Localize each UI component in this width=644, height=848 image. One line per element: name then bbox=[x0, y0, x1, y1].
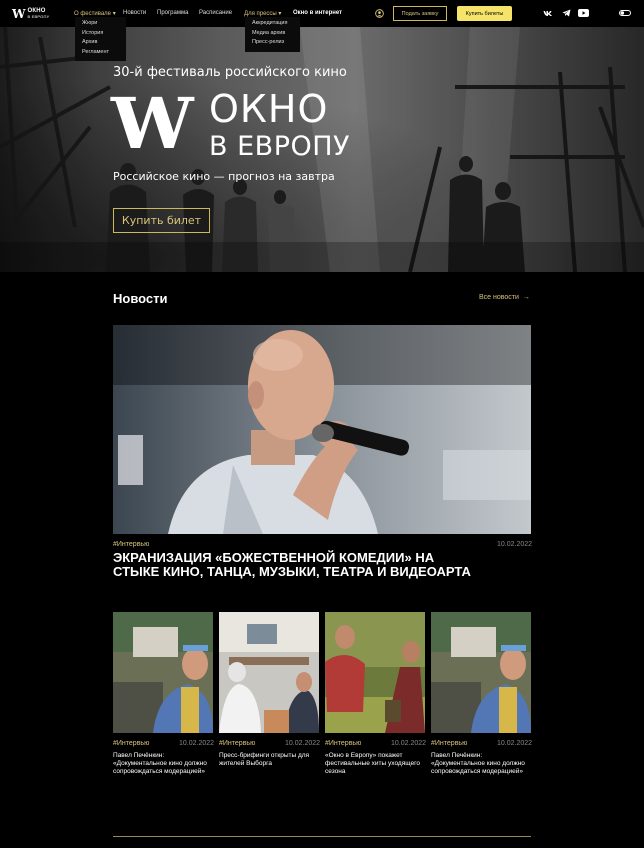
user-icon[interactable] bbox=[374, 8, 384, 18]
dropdown-item-media-archive[interactable]: Медиа архив bbox=[252, 29, 294, 39]
all-news-link[interactable]: Все новости → bbox=[479, 294, 530, 301]
youtube-icon[interactable] bbox=[578, 8, 589, 17]
logo-line-2: В ЕВРОПУ bbox=[27, 14, 50, 19]
section-divider bbox=[113, 836, 531, 837]
card-photo-drawing bbox=[219, 612, 319, 733]
news-card-title[interactable]: Пресс-брифинги открыты для жителей Выбор… bbox=[219, 752, 319, 768]
nav-item-program[interactable]: Программа bbox=[157, 10, 188, 16]
featured-news-date: 10.02.2022 bbox=[497, 541, 533, 548]
hero-festival-logo: W ОКНО В ЕВРОПУ bbox=[111, 86, 363, 165]
dropdown-item-rules[interactable]: Регламент bbox=[82, 48, 120, 58]
dropdown-item-archive[interactable]: Архив bbox=[82, 38, 120, 48]
news-card-title[interactable]: Павел Печёнкин: «Документальное кино дол… bbox=[431, 752, 531, 776]
news-card-tag[interactable]: #Интервью bbox=[113, 740, 149, 747]
apply-button[interactable]: Подать заявку bbox=[393, 6, 447, 21]
hero-tagline: Российское кино — прогноз на завтра bbox=[113, 170, 335, 183]
nav-item-online[interactable]: Окно в интернет bbox=[293, 10, 342, 16]
theme-toggle[interactable] bbox=[619, 10, 631, 16]
card-photo-drawing bbox=[325, 612, 425, 733]
hero-subtitle: 30-й фестиваль российского кино bbox=[113, 65, 347, 80]
hero-logo-mark: W bbox=[111, 82, 194, 165]
card-photo-drawing bbox=[113, 612, 213, 733]
news-card-tag[interactable]: #Интервью bbox=[431, 740, 467, 747]
dropdown-item-press-release[interactable]: Пресс-релиз bbox=[252, 38, 294, 48]
news-card-image[interactable] bbox=[113, 612, 213, 733]
nav-item-news[interactable]: Новости bbox=[123, 10, 146, 16]
logo-mark: W bbox=[12, 7, 26, 21]
nav-item-about[interactable]: О фестивале ▾ bbox=[74, 10, 116, 17]
featured-news-title[interactable]: ЭКРАНИЗАЦИЯ «БОЖЕСТВЕННОЙ КОМЕДИИ» НА СТ… bbox=[113, 551, 473, 579]
featured-photo-drawing bbox=[113, 325, 531, 534]
news-card-title[interactable]: Павел Печёнкин: «Документальное кино дол… bbox=[113, 752, 213, 776]
news-card-tag[interactable]: #Интервью bbox=[219, 740, 255, 747]
nav-item-schedule[interactable]: Расписание bbox=[199, 10, 232, 16]
hero-title-line-2: В ЕВРОПУ bbox=[209, 131, 350, 162]
news-card-date: 10.02.2022 bbox=[497, 740, 533, 747]
buy-tickets-button[interactable]: Купить билеты bbox=[457, 6, 512, 21]
site-logo[interactable]: W ОКНО В ЕВРОПУ bbox=[12, 8, 49, 20]
all-news-label: Все новости bbox=[479, 294, 519, 301]
news-card-date: 10.02.2022 bbox=[391, 740, 427, 747]
featured-news-tag[interactable]: #Интервью bbox=[113, 541, 149, 548]
news-card-tag[interactable]: #Интервью bbox=[325, 740, 361, 747]
dropdown-item-accreditation[interactable]: Аккредитация bbox=[252, 19, 294, 29]
dropdown-item-jury[interactable]: Жюри bbox=[82, 19, 120, 29]
news-card-image[interactable] bbox=[219, 612, 319, 733]
hero-buy-ticket-button[interactable]: Купить билет bbox=[113, 208, 210, 233]
dropdown-item-history[interactable]: История bbox=[82, 29, 120, 39]
card-photo-drawing bbox=[431, 612, 531, 733]
telegram-icon[interactable] bbox=[562, 9, 571, 17]
hero-title-line-1: ОКНО bbox=[209, 87, 329, 131]
about-dropdown: Жюри История Архив Регламент bbox=[75, 17, 126, 61]
arrow-right-icon: → bbox=[522, 294, 530, 301]
news-card-image[interactable] bbox=[431, 612, 531, 733]
hero-banner: 30-й фестиваль российского кино W ОКНО В… bbox=[0, 27, 644, 272]
press-dropdown: Аккредитация Медиа архив Пресс-релиз bbox=[245, 17, 300, 52]
featured-news-image[interactable] bbox=[113, 325, 531, 534]
news-card-title[interactable]: «Окно в Европу» покажет фестивальные хит… bbox=[325, 752, 425, 776]
news-card-date: 10.02.2022 bbox=[179, 740, 215, 747]
nav-item-press[interactable]: Для прессы ▾ bbox=[244, 10, 281, 17]
news-card-image[interactable] bbox=[325, 612, 425, 733]
vk-icon[interactable] bbox=[543, 9, 553, 17]
news-card-date: 10.02.2022 bbox=[285, 740, 321, 747]
news-section-title: Новости bbox=[113, 291, 168, 306]
